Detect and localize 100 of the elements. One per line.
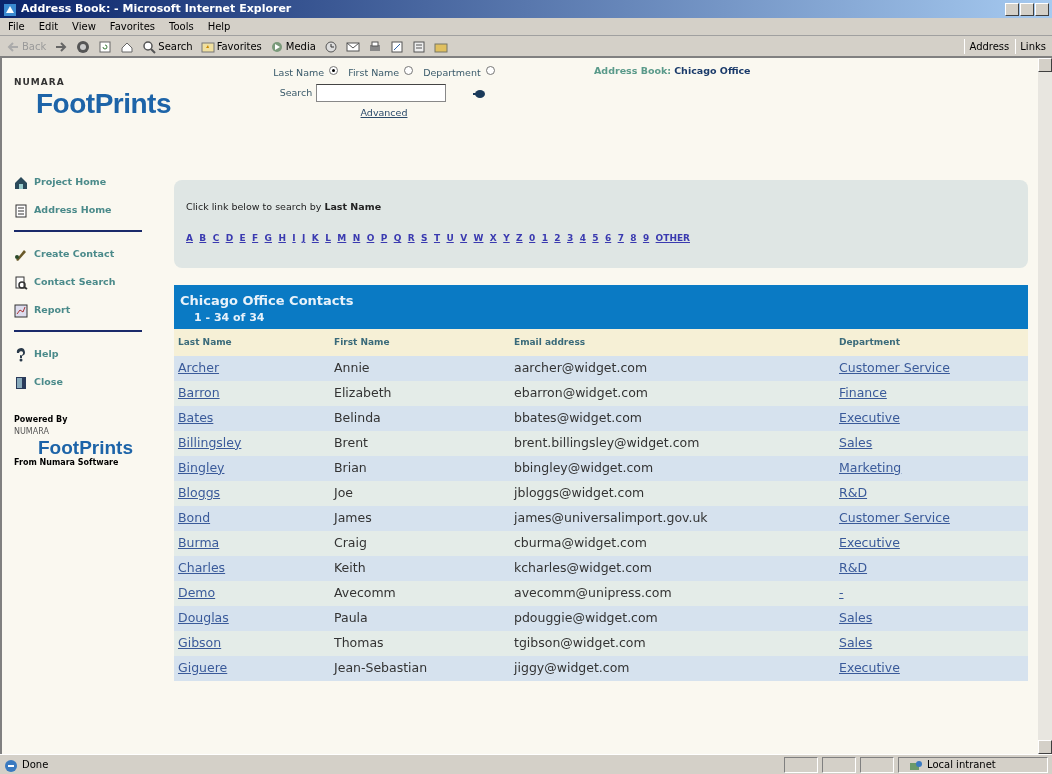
letter-link[interactable]: M: [337, 232, 347, 246]
letter-link[interactable]: D: [225, 232, 234, 246]
last-name-link[interactable]: Giguere: [178, 658, 334, 678]
department-link[interactable]: Sales: [839, 609, 873, 625]
sidebar-link[interactable]: Report: [14, 296, 174, 324]
department-link[interactable]: R&D: [839, 484, 868, 500]
radio-option[interactable]: Last Name: [273, 66, 339, 81]
search-field[interactable]: [316, 84, 447, 103]
last-name-link[interactable]: Barron: [178, 383, 334, 403]
department-link[interactable]: Customer Service: [839, 509, 950, 525]
letter-link[interactable]: V: [460, 232, 468, 246]
letter-link[interactable]: N: [352, 232, 361, 246]
letter-link[interactable]: W: [473, 232, 484, 246]
letter-link[interactable]: R: [407, 232, 415, 246]
letter-link[interactable]: 7: [617, 232, 624, 246]
letter-link[interactable]: I: [292, 232, 296, 246]
letter-link[interactable]: Q: [393, 232, 402, 246]
letter-link[interactable]: 6: [604, 232, 612, 246]
radio-option[interactable]: First Name: [348, 66, 414, 81]
last-name-link[interactable]: Charles: [178, 558, 334, 578]
favorites-button[interactable]: Favorites: [200, 38, 262, 54]
department-link[interactable]: Executive: [839, 409, 900, 425]
letter-link[interactable]: E: [239, 232, 246, 246]
media-button[interactable]: Media: [269, 38, 316, 54]
department-link[interactable]: Sales: [839, 434, 873, 450]
first-name-text: Brian: [334, 458, 368, 477]
discuss-icon[interactable]: [411, 39, 426, 53]
radio-option[interactable]: Department: [423, 66, 495, 81]
letter-link[interactable]: F: [252, 232, 259, 246]
letter-link[interactable]: X: [489, 232, 497, 246]
links-label[interactable]: Links: [1015, 38, 1046, 54]
address-label[interactable]: Address: [964, 38, 1010, 54]
menu-item[interactable]: Edit: [38, 19, 59, 34]
last-name-link[interactable]: Bates: [178, 408, 334, 428]
maximize-button[interactable]: [1020, 2, 1034, 16]
letter-link[interactable]: Z: [516, 232, 523, 246]
edit-icon[interactable]: [389, 39, 404, 53]
menu-item[interactable]: File: [8, 19, 25, 34]
letter-link[interactable]: J: [302, 232, 306, 246]
forward-arrow-icon[interactable]: [54, 39, 69, 53]
last-name-link[interactable]: Demo: [178, 583, 334, 603]
close-button[interactable]: [1035, 2, 1049, 16]
letter-link[interactable]: OTHER: [655, 232, 690, 246]
stop-icon[interactable]: [76, 39, 91, 53]
search-button[interactable]: Search: [142, 38, 193, 54]
letter-link[interactable]: 8: [630, 232, 637, 246]
letter-link[interactable]: Y: [503, 232, 510, 246]
sidebar-link[interactable]: Address Home: [14, 196, 174, 224]
last-name-link[interactable]: Bond: [178, 508, 334, 528]
department-link[interactable]: Executive: [839, 534, 900, 550]
letter-link[interactable]: U: [446, 232, 454, 246]
mail-icon[interactable]: [345, 39, 360, 53]
last-name-link[interactable]: Bingley: [178, 458, 334, 478]
letter-link[interactable]: C: [212, 232, 220, 246]
department-link[interactable]: Marketing: [839, 459, 902, 475]
department-link[interactable]: Sales: [839, 634, 873, 650]
letter-link[interactable]: 9: [642, 232, 650, 246]
last-name-link[interactable]: Gibson: [178, 633, 334, 653]
last-name-link[interactable]: Douglas: [178, 608, 334, 628]
email-text: jiggy@widget.com: [514, 658, 631, 677]
email-text: jbloggs@widget.com: [514, 483, 646, 502]
letter-link[interactable]: 3: [567, 232, 574, 246]
department-link[interactable]: -: [839, 584, 844, 600]
department-link[interactable]: Finance: [839, 384, 887, 400]
last-name-link[interactable]: Burma: [178, 533, 334, 553]
sidebar-link[interactable]: Contact Search: [14, 268, 174, 296]
history-icon[interactable]: [323, 39, 338, 53]
sidebar-link[interactable]: Project Home: [14, 168, 174, 196]
menu-item[interactable]: Help: [207, 19, 231, 34]
letter-link[interactable]: L: [325, 232, 331, 246]
letter-link[interactable]: T: [433, 232, 441, 246]
letter-link[interactable]: B: [199, 232, 207, 246]
letter-link[interactable]: O: [366, 232, 375, 246]
sidebar-link[interactable]: Close: [14, 368, 174, 396]
refresh-icon[interactable]: [98, 39, 113, 53]
last-name-link[interactable]: Archer: [178, 358, 334, 378]
print-icon[interactable]: [367, 39, 382, 53]
letter-link[interactable]: A: [186, 232, 193, 246]
letter-link[interactable]: 2: [554, 232, 561, 246]
last-name-link[interactable]: Bloggs: [178, 483, 334, 503]
letter-link[interactable]: P: [380, 232, 388, 246]
letter-link[interactable]: K: [311, 232, 319, 246]
sidebar-link[interactable]: Help: [14, 340, 174, 368]
department-link[interactable]: Customer Service: [839, 359, 950, 375]
letter-link[interactable]: H: [278, 232, 286, 246]
menu-item[interactable]: Tools: [169, 19, 194, 34]
letter-link[interactable]: G: [264, 232, 272, 246]
last-name-link[interactable]: Billingsley: [178, 433, 334, 453]
menu-item[interactable]: Favorites: [109, 19, 155, 34]
minimize-button[interactable]: [1005, 2, 1019, 16]
letter-link[interactable]: 1: [541, 232, 548, 246]
menu-item[interactable]: View: [72, 19, 96, 34]
letter-link[interactable]: 5: [592, 232, 599, 246]
letter-link[interactable]: 4: [579, 232, 586, 246]
advanced-link[interactable]: Advanced: [360, 106, 408, 121]
department-link[interactable]: R&D: [839, 559, 868, 575]
letter-link[interactable]: S: [421, 232, 428, 246]
sidebar-link[interactable]: Create Contact: [14, 240, 174, 268]
department-link[interactable]: Executive: [839, 659, 900, 675]
letter-link[interactable]: 0: [529, 232, 536, 246]
